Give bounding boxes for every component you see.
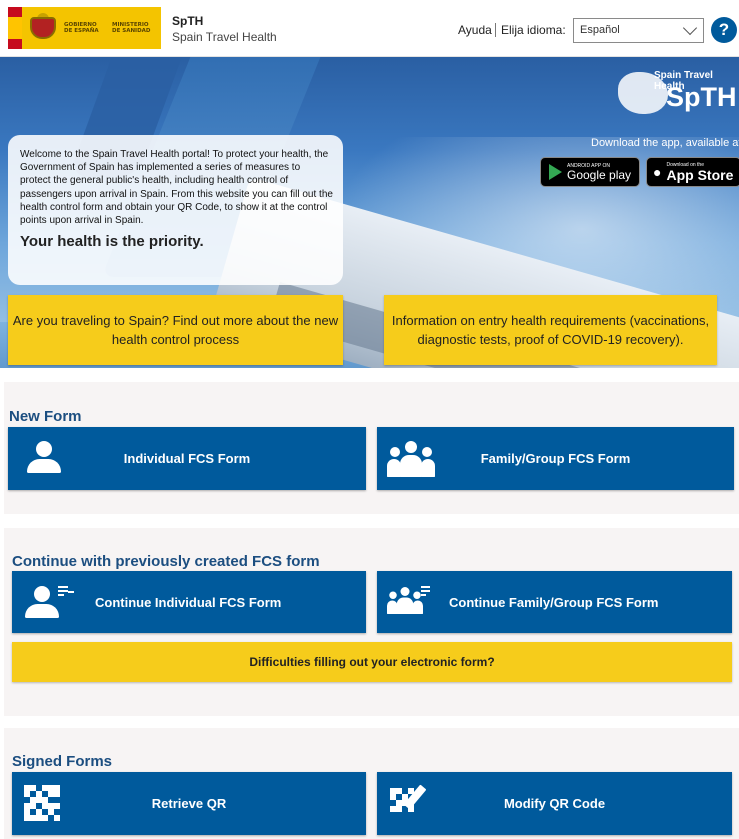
signed-forms-title: Signed Forms [12, 753, 113, 770]
family-group-form-label: Family/Group FCS Form [480, 451, 631, 466]
continue-family-group-label: Continue Family/Group FCS Form [449, 594, 659, 610]
spain-flag-icon [8, 7, 22, 49]
google-play-label: Google play [567, 167, 632, 182]
app-store-label: App Store [666, 166, 734, 183]
continue-form-title: Continue with previously created FCS for… [12, 553, 320, 570]
spth-logo-text: SpTH [666, 82, 737, 112]
traveling-info-card[interactable]: Are you traveling to Spain? Find out mor… [8, 295, 343, 365]
app-name[interactable]: SpTH Spain Travel Health [172, 14, 277, 44]
modify-qr-button[interactable]: Modify QR Code [377, 772, 732, 835]
modify-qr-label: Modify QR Code [503, 796, 606, 811]
google-play-icon [549, 164, 562, 180]
continue-individual-label: Continue Individual FCS Form [95, 594, 282, 610]
spth-logo: Spain Travel Health SpTH [608, 66, 739, 124]
language-select-value: Español [580, 24, 620, 36]
individual-form-button[interactable]: Individual FCS Form [8, 427, 366, 490]
app-short-name: SpTH [172, 14, 204, 28]
top-header: GOBIERNO DE ESPAÑA MINISTERIO DE SANIDAD… [0, 0, 739, 57]
government-logo[interactable]: GOBIERNO DE ESPAÑA MINISTERIO DE SANIDAD [8, 7, 161, 49]
google-play-button[interactable]: ANDROID APP ON Google play [540, 157, 640, 187]
help-icon[interactable]: ? [711, 17, 737, 43]
download-app-text: Download the app, available at [591, 137, 739, 149]
welcome-motto: Your health is the priority. [20, 233, 204, 251]
entry-requirements-card[interactable]: Information on entry health requirements… [384, 295, 717, 365]
chevron-down-icon [682, 20, 698, 36]
app-store-button[interactable]: ● Download on the App Store [646, 157, 739, 187]
welcome-text: Welcome to the Spain Travel Health porta… [20, 149, 333, 227]
help-link[interactable]: Ayuda [458, 23, 492, 37]
coat-of-arms-icon [28, 13, 58, 43]
government-text: GOBIERNO DE ESPAÑA [64, 21, 99, 35]
apple-icon: ● [653, 164, 662, 180]
retrieve-qr-label: Retrieve QR [151, 796, 227, 811]
retrieve-qr-button[interactable]: Retrieve QR [12, 772, 366, 835]
language-label: Elija idioma: [495, 23, 566, 37]
family-group-form-button[interactable]: Family/Group FCS Form [377, 427, 734, 490]
ministry-text: MINISTERIO DE SANIDAD [112, 21, 151, 35]
continue-family-group-button[interactable]: Continue Family/Group FCS Form [377, 571, 732, 633]
app-full-name: Spain Travel Health [172, 30, 277, 44]
language-select[interactable]: Español [573, 18, 704, 43]
continue-individual-button[interactable]: Continue Individual FCS Form [12, 571, 366, 633]
individual-form-label: Individual FCS Form [123, 451, 251, 466]
new-form-title: New Form [9, 408, 82, 425]
hero-banner: Spain Travel Health SpTH Download the ap… [0, 57, 739, 368]
difficulties-button[interactable]: Difficulties filling out your electronic… [12, 642, 732, 682]
welcome-box: Welcome to the Spain Travel Health porta… [8, 135, 343, 285]
